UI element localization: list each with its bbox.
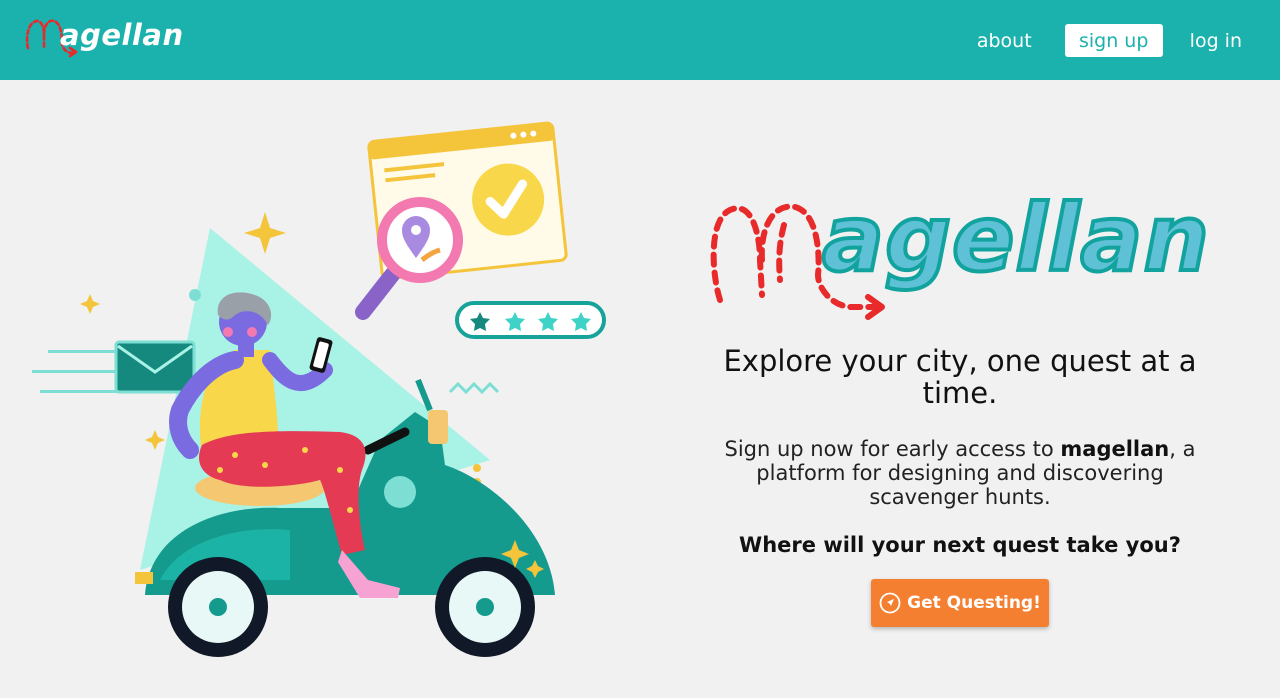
description-prefix: Sign up now for early access to: [724, 437, 1061, 461]
get-questing-button[interactable]: Get Questing!: [871, 579, 1049, 627]
hero-content: agellan Explore your city, one quest at …: [700, 185, 1220, 627]
hero-description: Sign up now for early access to magellan…: [700, 437, 1220, 509]
get-questing-label: Get Questing!: [907, 593, 1041, 613]
rating-stars-badge: [455, 301, 606, 339]
hero-tagline: Explore your city, one quest at a time.: [723, 344, 1197, 410]
brand-text: agellan: [60, 18, 184, 52]
description-brand: magellan: [1060, 437, 1170, 461]
navbar: agellan about sign up log in: [0, 0, 1280, 80]
cta-question: Where will your next quest take you?: [739, 533, 1181, 557]
compass-icon: [879, 592, 901, 614]
brand-logo[interactable]: agellan: [24, 14, 184, 62]
hero-illustration: [20, 110, 620, 670]
nav-signup-button[interactable]: sign up: [1064, 24, 1163, 57]
hero-logo-text: agellan: [820, 185, 1211, 292]
nav-about-link[interactable]: about: [977, 30, 1032, 52]
hero-logo: agellan: [700, 185, 1220, 335]
nav-links: about sign up log in: [977, 24, 1242, 57]
email-envelope-icon: [32, 340, 196, 394]
nav-login-link[interactable]: log in: [1190, 30, 1242, 52]
